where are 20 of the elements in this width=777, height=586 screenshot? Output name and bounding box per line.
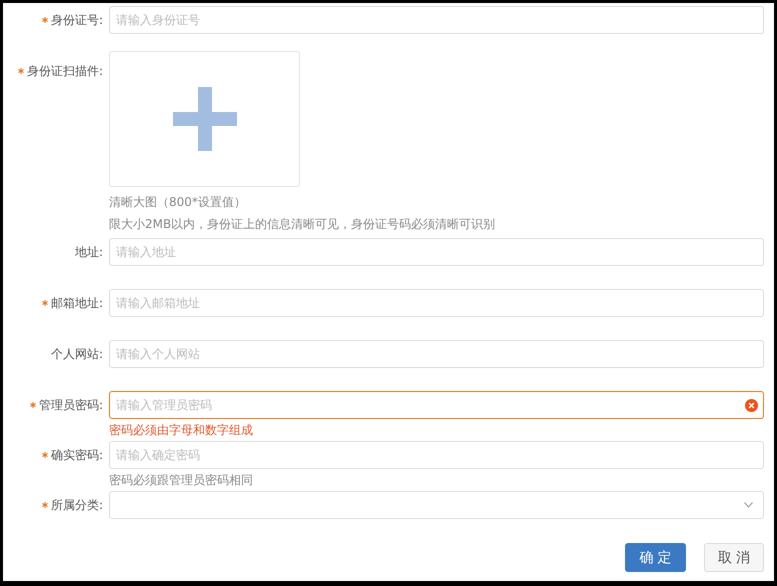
hint-text: 清晰大图（800*设置值） <box>109 194 247 211</box>
hint-text: 限大小2MB以内，身份证上的信息清晰可见，身份证号码必须清晰可识别 <box>109 216 496 233</box>
error-message: 密码必须由字母和数字组成 <box>109 422 254 439</box>
field-label: 个人网站: <box>50 346 103 363</box>
chevron-down-icon <box>744 502 753 508</box>
text-field[interactable]: 请输入管理员密码 <box>109 391 764 419</box>
plus-icon <box>172 87 236 151</box>
confirm-button[interactable]: 确定 <box>625 543 686 572</box>
field-label: 邮箱地址: <box>50 295 103 312</box>
field-label: 所属分类: <box>50 497 103 514</box>
select-field[interactable] <box>109 491 764 519</box>
field-label: 确实密码: <box>50 447 103 464</box>
field-label: 身份证扫描件: <box>26 63 103 80</box>
cancel-button[interactable]: 取消 <box>704 543 764 572</box>
hint-text: 密码必须跟管理员密码相同 <box>109 472 254 489</box>
upload-area[interactable] <box>109 51 300 187</box>
field-label: 地址: <box>74 244 103 261</box>
field-label: 身份证号: <box>50 12 103 29</box>
field-label: 管理员密码: <box>38 397 103 414</box>
clear-icon[interactable] <box>745 399 758 412</box>
